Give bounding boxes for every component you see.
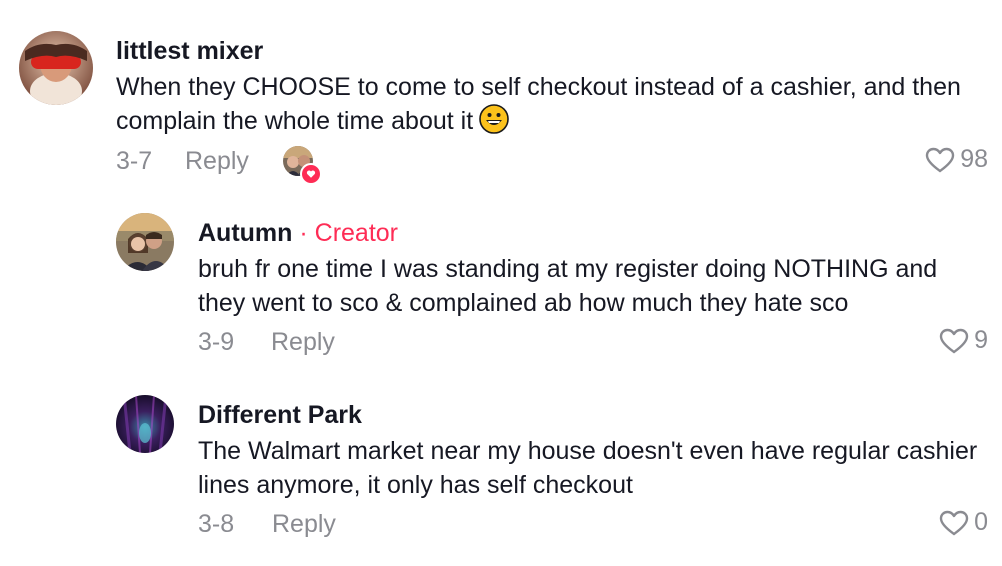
comment-date: 3-7 [116, 147, 153, 175]
creator-badge: · Creator [299, 219, 399, 247]
reply-button[interactable]: Reply [271, 328, 335, 357]
like-count: 0 [974, 508, 988, 536]
like-count: 98 [960, 145, 988, 173]
heart-outline-icon [939, 328, 969, 353]
comment-username[interactable]: littlest mixer [116, 37, 263, 66]
heart-badge-icon [300, 163, 322, 185]
avatar[interactable] [19, 31, 93, 105]
like-button[interactable]: 9 [938, 326, 988, 355]
username-text[interactable]: Autumn [198, 219, 292, 247]
reply-button[interactable]: Reply [185, 147, 249, 176]
heart-outline-icon [925, 147, 955, 172]
grinning-face-emoji-icon [479, 104, 509, 134]
avatar[interactable] [116, 395, 174, 453]
heart-outline-icon [939, 510, 969, 535]
reply-button[interactable]: Reply [272, 510, 336, 539]
comment-date: 3-8 [198, 510, 235, 538]
comment-username[interactable]: Different Park [198, 401, 362, 430]
comment-username: Autumn · Creator [198, 219, 398, 248]
avatar[interactable] [116, 213, 174, 271]
comment-date: 3-9 [198, 328, 235, 356]
comment-text: When they CHOOSE to come to self checkou… [116, 70, 996, 138]
like-count: 9 [974, 326, 988, 354]
comment-text: The Walmart market near my house doesn't… [198, 437, 978, 499]
comment-text: bruh fr one time I was standing at my re… [198, 255, 938, 317]
liked-by-creator-indicator [283, 146, 322, 185]
like-button[interactable]: 98 [924, 145, 988, 174]
like-button[interactable]: 0 [938, 508, 988, 537]
comment-text-content: When they CHOOSE to come to self checkou… [116, 73, 961, 135]
